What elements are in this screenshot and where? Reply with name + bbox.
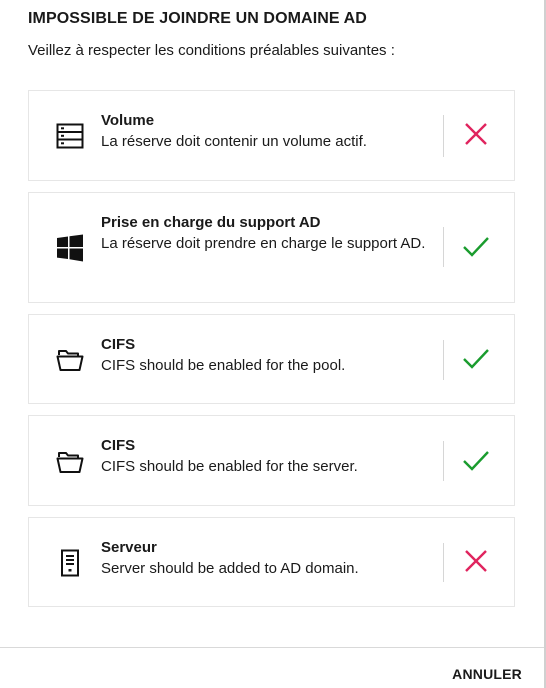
requirement-description: CIFS should be enabled for the server. [101, 458, 358, 475]
divider [443, 340, 444, 380]
windows-icon [55, 233, 85, 263]
requirement-description: La réserve doit prendre en charge le sup… [101, 235, 426, 252]
pass-check-icon [462, 345, 490, 373]
requirement-name: CIFS [101, 336, 136, 353]
requirement-card-cifs-pool: CIFS CIFS should be enabled for the pool… [28, 314, 515, 404]
requirement-description: La réserve doit contenir un volume actif… [101, 133, 367, 150]
divider [443, 543, 444, 582]
requirement-name: Volume [101, 112, 155, 129]
footer-divider [0, 647, 546, 648]
divider [443, 115, 444, 157]
requirement-card-server: Serveur Server should be added to AD dom… [28, 517, 515, 607]
server-icon [55, 548, 85, 578]
fail-x-icon [462, 547, 490, 575]
pass-check-icon [462, 233, 490, 261]
fail-x-icon [462, 120, 490, 148]
requirement-card-volume: Volume La réserve doit contenir un volum… [28, 90, 515, 181]
requirement-description: CIFS should be enabled for the pool. [101, 357, 346, 374]
dialog-subtitle: Veillez à respecter les conditions préal… [28, 42, 395, 59]
requirement-name: Prise en charge du support AD [101, 214, 321, 231]
requirement-card-cifs-server: CIFS CIFS should be enabled for the serv… [28, 415, 515, 506]
divider [443, 227, 444, 267]
dialog-title: IMPOSSIBLE DE JOINDRE UN DOMAINE AD [28, 10, 367, 27]
requirement-name: CIFS [101, 437, 136, 454]
pass-check-icon [462, 447, 490, 475]
requirement-description: Server should be added to AD domain. [101, 560, 359, 577]
join-ad-domain-dialog: IMPOSSIBLE DE JOINDRE UN DOMAINE AD Veil… [0, 0, 546, 688]
requirement-name: Serveur [101, 539, 157, 556]
divider [443, 441, 444, 481]
cancel-button[interactable]: ANNULER [452, 666, 522, 682]
volume-icon [55, 121, 85, 151]
folder-open-icon [55, 447, 85, 477]
folder-open-icon [55, 345, 85, 375]
requirement-card-ad-support: Prise en charge du support AD La réserve… [28, 192, 515, 303]
